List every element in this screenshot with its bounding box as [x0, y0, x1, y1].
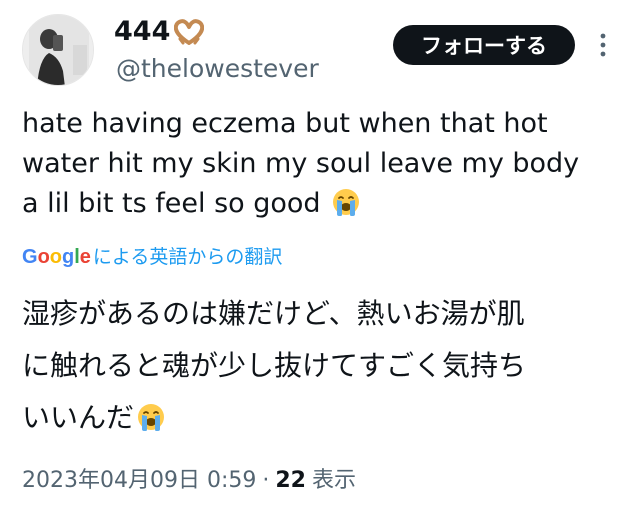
tweet-text-line-content: a lil bit ts feel so good	[22, 188, 321, 219]
avatar[interactable]	[22, 14, 94, 86]
user-handle[interactable]: @thelowestever	[116, 54, 319, 84]
translation-label[interactable]: による英語からの翻訳	[93, 244, 282, 270]
views-label: 表示	[312, 468, 357, 493]
meta-separator: ·	[262, 468, 270, 493]
translated-text-line-content: いいんだ	[22, 401, 135, 434]
tweet-text-line: water hit my skin my soul leave my body	[22, 148, 580, 179]
tweet-text-line: hate having eczema but when that hot	[22, 108, 548, 139]
loudly-crying-face-icon	[331, 187, 361, 217]
google-logo-letter: o	[37, 246, 50, 268]
translated-text: 湿疹があるのは嫌だけど、熱いお湯が肌 に触れると魂が少し抜けてすごく気持ち いい…	[22, 288, 622, 444]
tweet-text-line: a lil bit ts feel so good	[22, 184, 622, 224]
translated-text-line: 湿疹があるのは嫌だけど、熱いお湯が肌	[22, 297, 525, 330]
translated-text-line: いいんだ	[22, 392, 622, 444]
tweet-card: 444 @thelowestever フォローする hate having ec…	[0, 0, 640, 509]
google-logo-letter: o	[49, 246, 62, 268]
loudly-crying-face-icon	[136, 397, 166, 431]
views-count: 22	[275, 468, 306, 493]
tweet-text: hate having eczema but when that hot wat…	[22, 104, 622, 224]
more-vertical-icon[interactable]	[596, 30, 610, 60]
tweet-timestamp[interactable]: 2023年04月09日 0:59	[22, 466, 256, 496]
display-name[interactable]: 444	[114, 16, 170, 48]
translated-text-line: に触れると魂が少し抜けてすごく気持ち	[22, 349, 527, 382]
translation-attribution[interactable]: Google による英語からの翻訳	[22, 244, 282, 270]
google-logo-letter: G	[22, 246, 38, 268]
name-row: 444	[114, 16, 205, 48]
google-logo-letter: g	[62, 246, 75, 268]
tweet-meta: 2023年04月09日 0:59 · 22 表示	[22, 466, 356, 496]
heart-hands-icon	[174, 19, 205, 45]
google-logo: Google	[22, 244, 91, 270]
follow-button[interactable]: フォローする	[393, 25, 575, 65]
google-logo-letter: e	[79, 246, 91, 268]
avatar-photo	[23, 15, 93, 85]
